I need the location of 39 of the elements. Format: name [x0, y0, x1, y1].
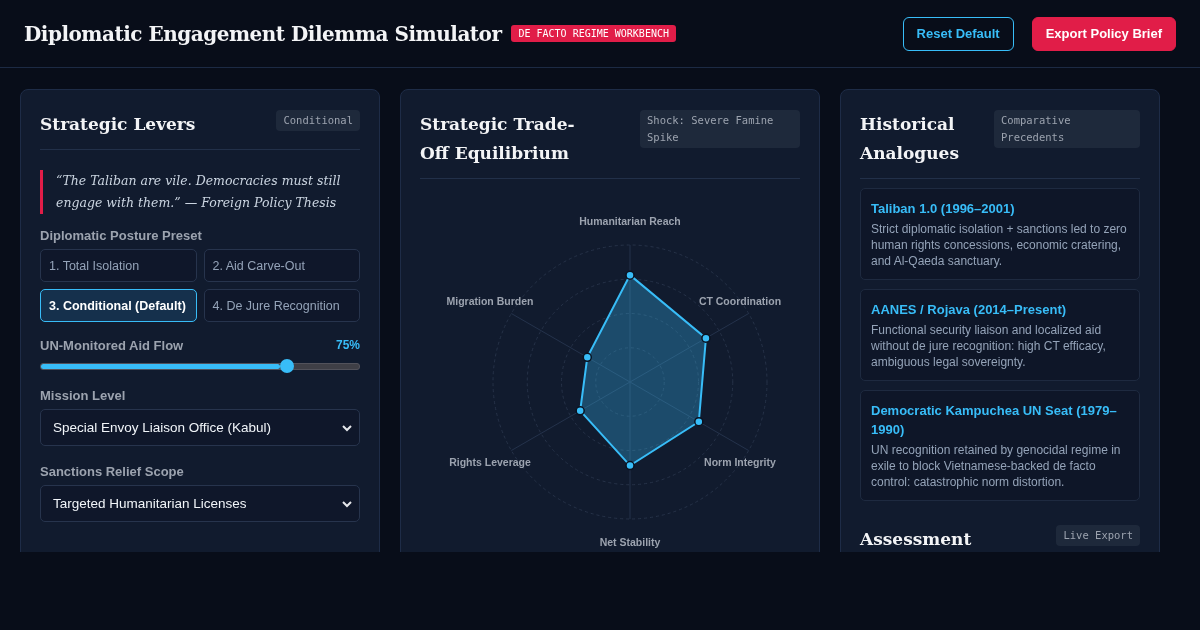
shock-badge: Shock: Severe Famine Spike	[640, 110, 800, 148]
export-badge: Live Export	[1056, 525, 1140, 546]
app-title: Diplomatic Engagement Dilemma Simulator	[24, 21, 502, 46]
analogue-title: Democratic Kampuchea UN Seat (1979–1990)	[871, 402, 1118, 439]
axis-label: Norm Integrity	[704, 456, 776, 468]
field-label: Sanctions Relief Scope	[40, 464, 185, 479]
mission-select[interactable]: Special Envoy Liaison Office (Kabul)	[40, 409, 360, 446]
analogue-title: Taliban 1.0 (1996–2001)	[871, 200, 1016, 218]
axis-label: CT Coordination	[698, 295, 782, 307]
panel-title: Strategic Trade-Off Equilibrium	[420, 113, 576, 165]
mode-badge: DE FACTO REGIME WORKBENCH	[511, 25, 676, 42]
field-label: Mission Level	[40, 388, 127, 403]
preset-option[interactable]: 3. Conditional (Default)	[40, 289, 197, 322]
panel-title: Assessment	[860, 528, 972, 551]
preset-option[interactable]: 2. Aid Carve-Out	[203, 249, 360, 282]
field-label: UN-Monitored Aid Flow	[40, 338, 184, 353]
preset-option[interactable]: 4. De Jure Recognition	[203, 289, 360, 322]
export-button[interactable]: Export Policy Brief	[1031, 16, 1176, 51]
chevron-icon	[341, 499, 353, 508]
status-badge: Conditional	[276, 110, 360, 131]
reset-button[interactable]: Reset Default	[902, 16, 1014, 51]
panel-title: Historical Analogues	[860, 113, 960, 165]
axis-label: Rights Leverage	[449, 456, 531, 468]
axis-label: Migration Burden	[446, 295, 534, 307]
analogue-text: Strict diplomatic isolation + sanctions led to zero human rights concessions, economic cratering, and Al-Qaeda sanctuary.	[871, 221, 1128, 269]
analogue-title: AANES / Rojava (2014–Present)	[871, 301, 1068, 319]
field-label: Diplomatic Posture Preset	[40, 228, 203, 243]
axis-label: Humanitarian Reach	[579, 215, 681, 227]
slider-reading: 75%	[335, 338, 360, 354]
chevron-icon	[341, 423, 353, 432]
slider-thumb[interactable]	[279, 359, 294, 373]
quote: “The Taliban are vile. Democracies must still engage with them.” — Foreign Policy Thesis	[40, 170, 360, 214]
panel-title: Strategic Levers	[40, 113, 196, 136]
preset-option[interactable]: 1. Total Isolation	[40, 249, 197, 282]
sanctions-select[interactable]: Targeted Humanitarian Licenses	[40, 485, 360, 522]
axis-label: Net Stability	[599, 536, 661, 548]
category-badge: Comparative Precedents	[994, 110, 1140, 148]
analogue-text: Functional security liaison and localized aid without de jure recognition: high CT efficacy, ambiguous legal sovereignty.	[871, 322, 1107, 370]
analogue-text: UN recognition retained by genocidal regime in exile to block Vietnamese-backed de facto control: catastrophic norm distortion.	[871, 442, 1122, 490]
